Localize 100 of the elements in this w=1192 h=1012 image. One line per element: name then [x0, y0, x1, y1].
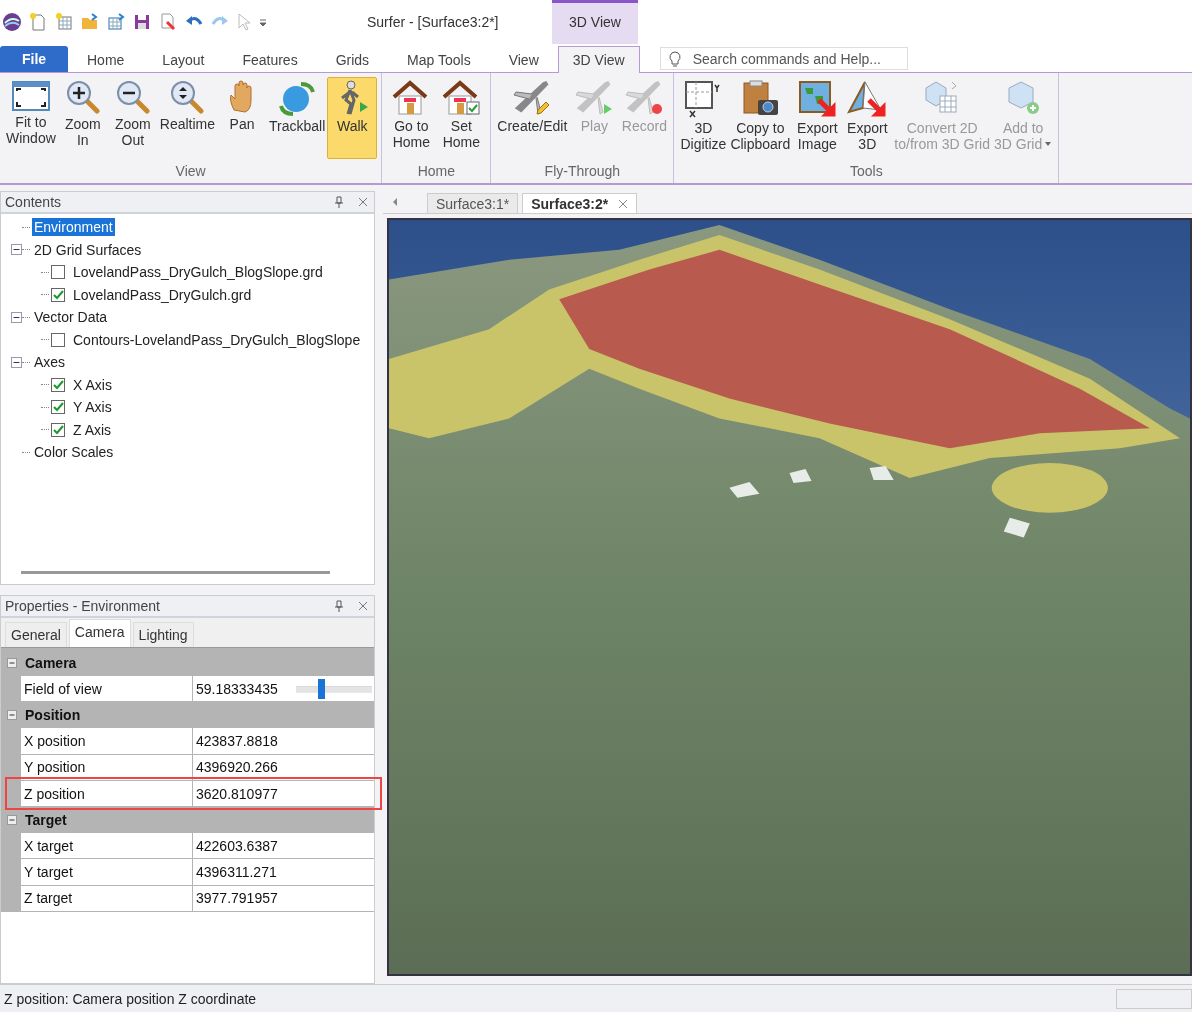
tree-item[interactable]: Environment [32, 218, 115, 237]
zoom-out-icon [114, 80, 151, 114]
status-text: Z position: Camera position Z coordinate [4, 990, 257, 1007]
ribbon-button[interactable]: Go to Home [386, 77, 437, 159]
ribbon-tab[interactable]: 3D View [557, 46, 640, 73]
ribbon-button[interactable]: Realtime [157, 77, 218, 159]
open-folder-icon[interactable] [80, 12, 100, 32]
document-tab[interactable]: Surface3:2* [522, 193, 638, 213]
close-icon[interactable] [358, 601, 368, 611]
property-tab[interactable]: Camera [68, 619, 131, 647]
house-check-icon [441, 80, 482, 116]
search-field[interactable]: Search commands and Help... [659, 47, 908, 70]
ribbon-button[interactable]: Copy to Clipboard [728, 77, 793, 159]
ribbon-tab[interactable]: Map Tools [388, 46, 490, 72]
property-label: Y target [21, 859, 193, 885]
section-title: Target [25, 812, 67, 829]
app-logo-icon[interactable] [2, 12, 22, 32]
ribbon-group-label: Home [417, 162, 455, 181]
property-value[interactable]: 3977.791957 [196, 890, 278, 907]
close-icon[interactable] [618, 198, 629, 209]
checkbox[interactable] [51, 377, 65, 392]
tree-item[interactable]: Color Scales [32, 443, 116, 462]
scroll-left-icon[interactable] [391, 197, 399, 207]
ribbon-button[interactable]: Pan [217, 77, 268, 159]
ribbon-button[interactable]: Export Image [792, 77, 843, 159]
tree-item[interactable]: LovelandPass_DryGulch_BlogSlope.grd [71, 263, 325, 282]
open-worksheet-icon[interactable] [106, 12, 126, 32]
tree-item[interactable]: 2D Grid Surfaces [32, 240, 144, 259]
document-tab[interactable]: Surface3:1* [427, 193, 519, 213]
slider-track[interactable] [296, 678, 372, 699]
collapse-toggle-icon[interactable] [7, 815, 17, 826]
checkbox[interactable] [51, 332, 65, 347]
collapse-toggle-icon[interactable] [7, 658, 17, 668]
terrain-3d-drawing[interactable] [389, 220, 1190, 974]
file-tab[interactable]: File [0, 46, 68, 72]
slider-thumb[interactable] [318, 678, 326, 699]
pyramid-export-icon [847, 80, 888, 118]
checkbox[interactable] [51, 265, 65, 280]
ribbon-group-label: Tools [849, 162, 883, 181]
ribbon-button[interactable]: Create/Edit [495, 77, 570, 159]
map-export-icon [797, 80, 838, 118]
section-title: Position [25, 707, 81, 724]
ribbon-group-label: View [175, 162, 206, 181]
fit-window-icon [11, 80, 50, 112]
collapse-toggle-icon[interactable] [7, 710, 17, 721]
property-value[interactable]: 4396920.266 [196, 759, 278, 776]
tree-item[interactable]: X Axis [71, 375, 114, 394]
property-label: Field of view [21, 676, 193, 702]
tree-item[interactable]: Y Axis [71, 398, 114, 417]
ribbon-button[interactable]: Fit to Window [4, 77, 58, 159]
ribbon-button[interactable]: 3D Digitize [678, 77, 729, 159]
property-value[interactable]: 3620.810977 [196, 785, 278, 802]
ribbon-tab[interactable]: View [489, 46, 558, 72]
ribbon-button[interactable]: Export 3D [842, 77, 893, 159]
property-tab[interactable]: Lighting [132, 622, 194, 647]
airplane-record-icon [624, 80, 665, 116]
save-icon[interactable] [132, 12, 152, 32]
collapse-toggle-icon[interactable] [11, 311, 22, 323]
tree-item[interactable]: Axes [32, 353, 68, 372]
checkbox[interactable] [51, 400, 65, 415]
ribbon-button[interactable]: Set Home [436, 77, 487, 159]
lightbulb-icon [668, 50, 681, 67]
panel-title: Properties - Environment [5, 598, 160, 614]
checkbox[interactable] [51, 287, 65, 302]
property-label: Z target [21, 885, 193, 912]
property-tab[interactable]: General [5, 622, 67, 647]
zoom-in-icon [64, 80, 101, 114]
checkbox[interactable] [51, 422, 65, 437]
magnifier-icon [169, 80, 206, 114]
tree-item[interactable]: Vector Data [32, 308, 110, 327]
ribbon-button[interactable]: Zoom In [57, 77, 108, 159]
ribbon-tab[interactable]: Grids [316, 46, 389, 72]
window-title: Surfer - [Surface3:2*] [367, 14, 499, 30]
ribbon-tab[interactable]: Home [68, 46, 144, 72]
tree-item[interactable]: Z Axis [71, 420, 114, 439]
section-title: Camera [25, 655, 77, 671]
property-value[interactable]: 423837.8818 [196, 732, 278, 749]
property-value[interactable]: 4396311.271 [196, 864, 277, 881]
ribbon-button[interactable]: Zoom Out [107, 77, 158, 159]
scrollbar-thumb[interactable] [21, 571, 330, 574]
property-value[interactable]: 422603.6387 [196, 837, 278, 854]
close-icon[interactable] [358, 197, 368, 207]
ribbon-tab[interactable]: Features [223, 46, 317, 72]
ribbon-tab[interactable]: Layout [143, 46, 224, 72]
tree-item[interactable]: Contours-LovelandPass_DryGulch_BlogSlope [71, 330, 363, 349]
pin-icon[interactable] [334, 196, 344, 208]
export-icon[interactable] [158, 12, 178, 32]
clipboard-camera-icon [740, 80, 781, 118]
property-label: Z position [21, 780, 193, 807]
property-label: Y position [21, 754, 193, 780]
property-label: X position [21, 728, 193, 754]
ribbon-button[interactable]: Walk [327, 77, 378, 159]
pin-icon[interactable] [334, 600, 344, 612]
tree-item[interactable]: LovelandPass_DryGulch.grd [71, 285, 254, 304]
property-label: X target [21, 833, 193, 859]
property-value[interactable]: 59.18333435 [196, 680, 278, 697]
ribbon-group-label: Fly-Through [544, 162, 621, 181]
collapse-toggle-icon[interactable] [11, 244, 22, 256]
ribbon-button[interactable]: Trackball [267, 77, 328, 159]
collapse-toggle-icon[interactable] [11, 356, 22, 368]
